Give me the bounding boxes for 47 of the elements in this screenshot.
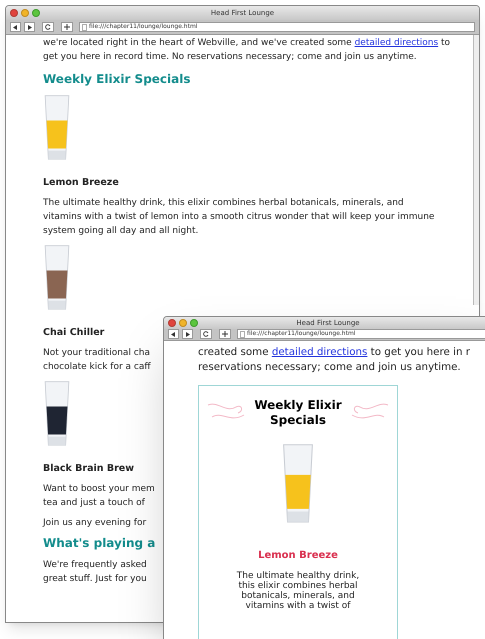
forward-button[interactable]: [182, 329, 193, 340]
text-line: The ultimate healthy drink, this elixir combines herbal botanicals, minerals, and: [43, 197, 404, 210]
close-button[interactable]: [10, 9, 18, 17]
page-icon: [240, 330, 245, 338]
text-line: reservations necessary; come and join us anytime.: [198, 360, 461, 375]
back-arrow-icon: [13, 24, 18, 30]
drink-name: Black Brain Brew: [43, 462, 134, 476]
zoom-button[interactable]: [190, 318, 198, 327]
text-line: Join us any evening for: [43, 517, 146, 530]
add-button[interactable]: [61, 22, 73, 32]
text-line: vitamins with a twist of lemon into a smooth citrus wonder that will keep your immune: [43, 211, 434, 224]
glass-drawing: [43, 244, 71, 312]
forward-arrow-icon: [27, 24, 32, 30]
text-line: tea and just a touch of: [43, 497, 145, 510]
back-button[interactable]: [10, 22, 21, 32]
drink-name: Lemon Breeze: [43, 176, 119, 190]
intro-paragraph: we're located right in the heart of Webville, and we've created some detailed directions to get you here in record time. No reservations necessary; come and join us anytime.: [43, 37, 452, 64]
text-line: We're frequently asked: [43, 559, 147, 572]
box-heading: Weekly Elixir Specials: [253, 398, 343, 428]
section-heading: What's playing a: [43, 536, 156, 550]
zoom-button[interactable]: [32, 9, 40, 17]
section-heading: Weekly Elixir Specials: [43, 72, 191, 86]
text-line: chocolate kick for a caff: [43, 361, 151, 374]
add-button[interactable]: [219, 329, 231, 340]
text-line: The ultimate healthy drink,: [236, 571, 360, 581]
back-arrow-icon: [171, 332, 176, 337]
text-line: this elixir combines herbal: [238, 581, 358, 591]
glass-drawing: [43, 380, 71, 448]
back-button[interactable]: [168, 329, 179, 340]
text-line: Want to boost your mem: [43, 483, 155, 496]
text-line: system going all day and all night.: [43, 225, 198, 238]
reload-button[interactable]: [42, 22, 54, 32]
text-line: vitamins with a twist of: [246, 601, 350, 611]
text-line: created some detailed directions to get you here in r: [198, 345, 470, 360]
forward-arrow-icon: [185, 332, 190, 337]
text-line: great stuff. Just for you: [43, 573, 147, 586]
directions-link[interactable]: detailed directions: [354, 38, 438, 48]
forward-button[interactable]: [24, 22, 35, 32]
glass-drawing: [43, 94, 71, 162]
reload-button[interactable]: [200, 329, 212, 340]
page-icon: [82, 24, 87, 30]
text-line: botanicals, minerals, and: [241, 591, 355, 601]
drink-name: Chai Chiller: [43, 326, 104, 340]
close-button[interactable]: [168, 318, 176, 327]
drink-name: Lemon Breeze: [258, 549, 338, 563]
text-line: Not your traditional cha: [43, 347, 150, 360]
directions-link[interactable]: detailed directions: [272, 346, 368, 358]
